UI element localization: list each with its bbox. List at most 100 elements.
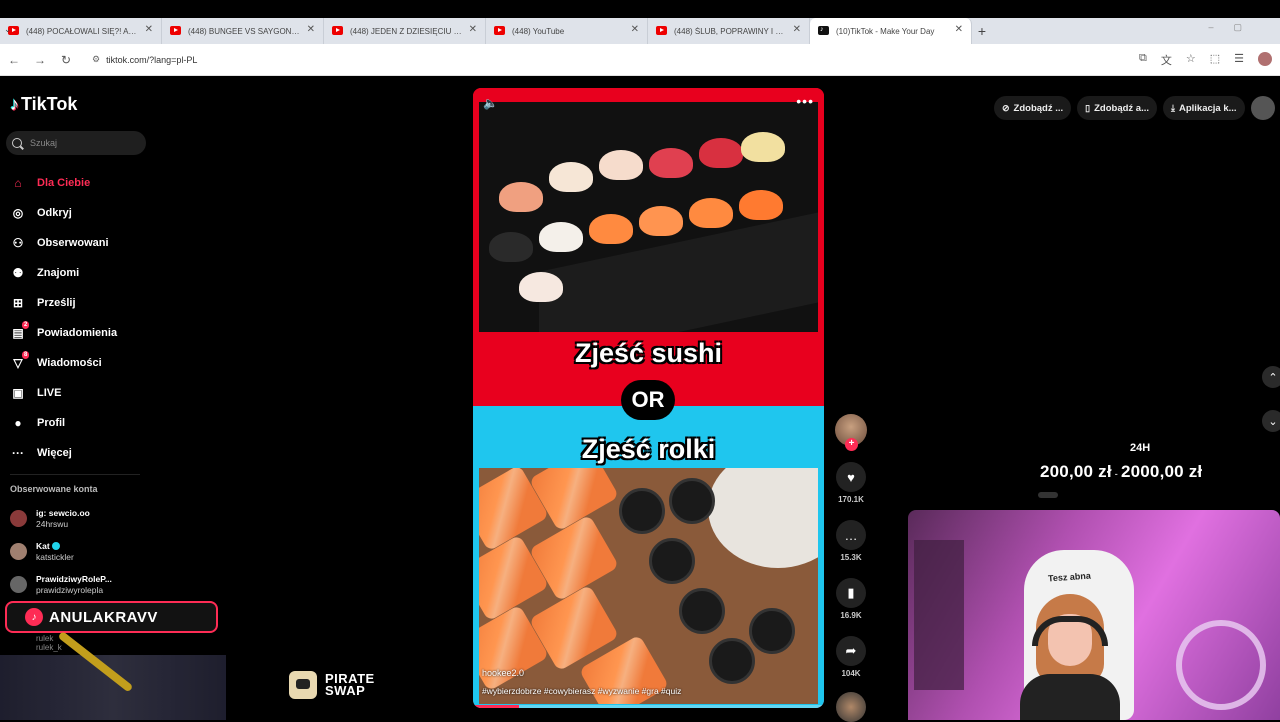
nigiri-shape (741, 132, 785, 162)
follow-plus-icon[interactable]: + (845, 438, 858, 451)
close-icon[interactable]: ✕ (469, 24, 477, 35)
close-icon[interactable]: ✕ (955, 24, 963, 35)
profile-avatar[interactable] (1258, 52, 1272, 66)
video-hashtags[interactable]: #wybierzdobrze #cowybierasz #wyzwanie #g… (482, 686, 681, 696)
close-icon[interactable]: ✕ (793, 24, 801, 35)
share-action[interactable]: ➦ 104K (836, 636, 866, 678)
roll-image (479, 468, 818, 704)
sidebar-item-live[interactable]: ▣ LIVE (10, 378, 210, 408)
browser-tab-6-active[interactable]: (10)TikTok - Make Your Day ✕ (810, 18, 972, 44)
video-progress-bar[interactable] (473, 705, 824, 708)
browser-tab-1[interactable]: (448) POCAŁOWALI SIĘ?! AFERA ✕ (0, 18, 162, 44)
url-field[interactable]: ⚙ tiktok.com/?lang=pl-PL (86, 49, 1086, 71)
sidebar-item-for-you[interactable]: ⌂ Dla Ciebie (10, 168, 210, 198)
volume-icon[interactable]: 🔈 (483, 96, 498, 110)
get-coins-button[interactable]: ⊘ Zdobądź ... (994, 96, 1072, 120)
sushi-image (479, 102, 818, 332)
get-app-button[interactable]: ▯ Zdobądź a... (1077, 96, 1157, 120)
reload-icon[interactable]: ↻ (54, 53, 78, 67)
skull-icon (289, 671, 317, 699)
bookmark-icon[interactable]: ▮ (836, 578, 866, 608)
heart-icon[interactable]: ♥ (836, 462, 866, 492)
following-account[interactable]: Kat katstickler (10, 535, 140, 568)
video-player[interactable]: Zjeść sushi OR Zjeść rolki 🔈 ••• hookee2… (473, 88, 824, 708)
following-account[interactable]: ig: sewcio.oo 24hrswu (10, 502, 140, 535)
new-tab-button[interactable]: + (972, 23, 992, 39)
forward-icon[interactable]: → (28, 53, 52, 67)
tab-search-icon[interactable]: ⌄ (4, 24, 12, 35)
search-input[interactable] (30, 138, 130, 148)
menu-icon[interactable]: ☰ (1234, 52, 1244, 68)
comment-count: 15.3K (840, 553, 862, 562)
inbox-icon: ▤ 2 (12, 321, 30, 340)
nigiri-shape (599, 150, 643, 180)
tab-label: (448) BUNGEE VS SAYGON PRA (188, 26, 300, 36)
search-box[interactable] (6, 131, 146, 155)
sidebar-item-label: Więcej (37, 447, 72, 459)
translate-icon[interactable]: 文 (1161, 52, 1172, 68)
comment-icon[interactable]: … (836, 520, 866, 550)
range-separator: - (1114, 469, 1118, 479)
sidebar-item-messages[interactable]: ▽ 8 Wiadomości (10, 348, 210, 378)
close-icon[interactable]: ✕ (631, 24, 639, 35)
youtube-icon (656, 26, 667, 35)
sidebar-item-friends[interactable]: ⚉ Znajomi (10, 258, 210, 288)
user-avatar[interactable] (1250, 96, 1275, 120)
following-account[interactable]: PrawidziwyRoleP... prawidziwyrolepla (10, 568, 140, 601)
avatar (10, 510, 27, 527)
sidebar-divider (10, 474, 140, 475)
nigiri-shape (689, 198, 733, 228)
like-action[interactable]: ♥ 170.1K (836, 462, 866, 504)
tab-label: (448) ŚLUB, POPRAWINY I ZMIA (674, 26, 786, 36)
browser-toolbar: ⧉ 文 ☆ ⬚ ☰ (1139, 52, 1272, 68)
price-range: 200,00 zł -2000,00 zł (1040, 462, 1202, 482)
save-action[interactable]: ▮ 16.9K (836, 578, 866, 620)
browser-tab-5[interactable]: (448) ŚLUB, POPRAWINY I ZMIA ✕ (648, 18, 810, 44)
header-buttons: ⊘ Zdobądź ... ▯ Zdobądź a... ⤓ Aplikacja k.… (994, 96, 1275, 120)
comment-action[interactable]: … 15.3K (836, 520, 866, 562)
video-author[interactable]: hookee2.0 (482, 668, 524, 678)
chevron-down-icon: ⌄ (1268, 415, 1278, 428)
more-options-icon[interactable]: ••• (796, 93, 814, 109)
nigiri-shape (739, 190, 783, 220)
browser-tab-2[interactable]: (448) BUNGEE VS SAYGON PRA ✕ (162, 18, 324, 44)
profile-icon: ● (14, 416, 22, 430)
desktop-app-button[interactable]: ⤓ Aplikacja k... (1163, 96, 1245, 120)
back-icon[interactable]: ← (2, 53, 26, 67)
close-icon[interactable]: ✕ (145, 24, 153, 35)
video-title-bottom: Zjeść rolki (581, 434, 716, 464)
sidebar-item-label: Powiadomienia (37, 327, 118, 339)
browser-tab-4[interactable]: (448) YouTube ✕ (486, 18, 648, 44)
bookmark-star-icon[interactable]: ☆ (1186, 52, 1196, 68)
home-icon: ⌂ (14, 176, 22, 190)
download-icon: ⤓ (1171, 102, 1175, 113)
sidebar-item-notifications[interactable]: ▤ 2 Powiadomienia (10, 318, 210, 348)
close-icon[interactable]: ✕ (307, 24, 315, 35)
install-icon[interactable]: ⧉ (1139, 52, 1147, 68)
avatar (10, 543, 27, 560)
webcam-feed: Tesz abna (908, 510, 1280, 720)
account-name: PrawidziwyRoleP... (36, 573, 112, 584)
tiktok-icon: ♪ (25, 608, 43, 626)
scroll-up-button[interactable]: ⌃ (1262, 366, 1280, 388)
nigiri-shape (699, 138, 743, 168)
sidebar-item-profile[interactable]: ● Profil (10, 408, 210, 438)
compass-icon: ◎ (12, 206, 24, 220)
video-progress-fill (473, 705, 519, 708)
nigiri-shape (639, 206, 683, 236)
sidebar-item-upload[interactable]: ⊞ Prześlij (10, 288, 210, 318)
share-icon[interactable]: ➦ (836, 636, 866, 666)
scroll-down-button[interactable]: ⌄ (1262, 410, 1280, 432)
sidebar-item-more[interactable]: ··· Więcej (10, 438, 210, 468)
music-disc-icon[interactable] (836, 692, 866, 722)
window-controls[interactable]: –▢ (1208, 22, 1262, 33)
browser-tab-3[interactable]: (448) JEDEN Z DZIESIĘCIU INFL ✕ (324, 18, 486, 44)
sidebar-item-following[interactable]: ⚇ Obserwowani (10, 228, 210, 258)
period-label: 24H (1130, 442, 1151, 454)
extensions-icon[interactable]: ⬚ (1210, 52, 1220, 68)
tiktok-logo[interactable]: ♪ TikTok (10, 94, 77, 115)
sidebar-item-explore[interactable]: ◎ Odkryj (10, 198, 210, 228)
site-info-icon[interactable]: ⚙ (92, 54, 100, 65)
tab-label: (448) JEDEN Z DZIESIĘCIU INFL (350, 26, 462, 36)
creator-avatar[interactable]: + (835, 414, 867, 451)
